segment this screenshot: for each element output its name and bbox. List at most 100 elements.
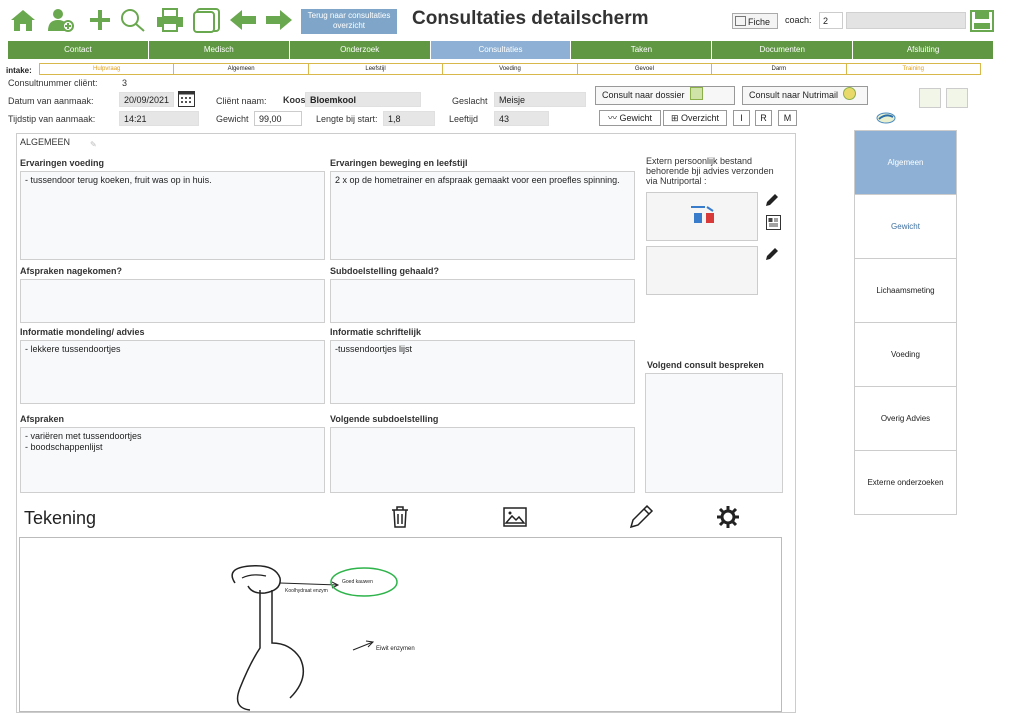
grid-icon: ⊞ xyxy=(670,113,679,123)
page-title: Consultaties detailscherm xyxy=(412,8,649,29)
document-icon[interactable] xyxy=(766,215,781,230)
lengte-field[interactable]: 1,8 xyxy=(383,111,435,126)
fiche-label: Fiche xyxy=(748,17,771,27)
document-attachment-icon xyxy=(691,206,714,223)
intake-label: intake: xyxy=(6,66,32,75)
i-button[interactable]: I xyxy=(733,110,750,126)
subdoel-gehaald-label: Subdoelstelling gehaald? xyxy=(330,266,440,276)
nutriportal-logo-icon[interactable] xyxy=(876,111,896,125)
ervaringen-beweging-field[interactable]: 2 x op de hometrainer en afspraak gemaak… xyxy=(330,171,635,260)
side-tab-voeding[interactable]: Voeding xyxy=(855,323,956,387)
print-icon[interactable] xyxy=(156,8,184,32)
ervaringen-voeding-field[interactable]: - tussendoor terug koeken, fruit was op … xyxy=(20,171,325,260)
pencil-icon[interactable] xyxy=(764,192,780,208)
link-icon[interactable] xyxy=(946,88,968,108)
coach-label: coach: xyxy=(785,15,812,25)
info-mondeling-field[interactable]: - lekkere tussendoortjes xyxy=(20,340,325,404)
overzicht-button[interactable]: ⊞ Overzicht xyxy=(663,110,727,126)
tab-afsluiting[interactable]: Afsluiting xyxy=(853,41,993,59)
consult-nr-value: 3 xyxy=(122,78,128,88)
overzicht-btn-label: Overzicht xyxy=(681,113,720,123)
section-edit-icon[interactable]: ✎ xyxy=(90,140,97,149)
notes-icon[interactable] xyxy=(192,6,222,34)
r-button[interactable]: R xyxy=(755,110,772,126)
coach-name-field[interactable] xyxy=(846,12,966,29)
tijdstip-field[interactable]: 14:21 xyxy=(119,111,199,126)
intake-nav: Hulpvraag Algemeen Leefstijl Voeding Gev… xyxy=(39,63,981,75)
side-tab-overig-advies[interactable]: Overig Advies xyxy=(855,387,956,451)
m-button[interactable]: M xyxy=(778,110,797,126)
pencil-draw-icon[interactable] xyxy=(628,504,654,530)
volgende-subdoel-field[interactable] xyxy=(330,427,635,493)
search-icon[interactable] xyxy=(120,8,146,32)
extern-bestand-preview[interactable] xyxy=(646,192,758,241)
intake-tab-voeding[interactable]: Voeding xyxy=(443,64,578,74)
dossier-icon xyxy=(690,87,704,100)
volgend-consult-label: Volgend consult bespreken xyxy=(647,360,764,370)
tekening-title: Tekening xyxy=(24,508,97,528)
arrow-left-icon[interactable] xyxy=(228,8,258,32)
pencil-icon-2[interactable] xyxy=(764,246,780,262)
subdoel-gehaald-field[interactable] xyxy=(330,279,635,323)
save-icon[interactable] xyxy=(970,10,994,32)
intake-tab-darm[interactable]: Darm xyxy=(712,64,847,74)
client-first-name: Koos xyxy=(283,95,306,105)
intake-tab-algemeen[interactable]: Algemeen xyxy=(174,64,309,74)
afspraken-field[interactable]: - variëren met tussendoortjes - boodscha… xyxy=(20,427,325,493)
consult-naar-nutrimail-button[interactable]: Consult naar Nutrimail xyxy=(742,86,868,105)
tab-medisch[interactable]: Medisch xyxy=(149,41,290,59)
tab-documenten[interactable]: Documenten xyxy=(712,41,854,59)
home-icon[interactable] xyxy=(10,8,36,32)
drawing-canvas[interactable]: Goed kauwen Koolhydraat enzym Eiwit enzy… xyxy=(19,537,782,712)
datum-field[interactable]: 20/09/2021 xyxy=(119,92,174,107)
volgend-consult-field[interactable] xyxy=(645,373,783,493)
consult-naar-dossier-button[interactable]: Consult naar dossier xyxy=(595,86,735,105)
trash-icon[interactable] xyxy=(390,505,410,529)
afspraken-nagekomen-field[interactable] xyxy=(20,279,325,323)
side-tab-externe-onderzoeken[interactable]: Externe onderzoeken xyxy=(855,451,956,514)
plus-icon[interactable] xyxy=(88,8,112,32)
side-tab-algemeen[interactable]: Algemeen xyxy=(855,131,956,195)
consult-dossier-label: Consult naar dossier xyxy=(602,90,685,100)
drawing-note-eiwit: Eiwit enzymen xyxy=(376,646,415,652)
client-name-field[interactable]: Bloemkool xyxy=(305,92,421,107)
info-schriftelijk-field[interactable]: -tussendoortjes lijst xyxy=(330,340,635,404)
coach-id-field[interactable]: 2 xyxy=(819,12,843,29)
tab-taken[interactable]: Taken xyxy=(571,41,713,59)
leeftijd-label: Leeftijd xyxy=(449,114,479,124)
client-naam-label: Cliënt naam: xyxy=(216,96,267,106)
side-tab-lichaamsmeting[interactable]: Lichaamsmeting xyxy=(855,259,956,323)
intake-tab-training[interactable]: Training xyxy=(847,64,980,74)
back-to-overview-button[interactable]: Terug naar consultaties overzicht xyxy=(301,9,397,34)
intake-tab-hulpvraag[interactable]: Hulpvraag xyxy=(40,64,175,74)
arrow-right-icon[interactable] xyxy=(264,8,294,32)
side-tabs: Algemeen Gewicht Lichaamsmeting Voeding … xyxy=(854,130,957,515)
consult-nr-label: Consultnummer cliënt: xyxy=(8,78,98,88)
info-schriftelijk-label: Informatie schriftelijk xyxy=(330,327,422,337)
geslacht-field[interactable]: Meisje xyxy=(494,92,586,107)
add-user-icon[interactable] xyxy=(47,8,75,32)
globe-icon xyxy=(842,87,856,100)
lengte-label: Lengte bij start: xyxy=(316,114,378,124)
section-title: ALGEMEEN xyxy=(20,137,71,147)
leeftijd-field[interactable]: 43 xyxy=(494,111,549,126)
gewicht-chart-button[interactable]: 〰 Gewicht xyxy=(599,110,661,126)
side-tab-gewicht[interactable]: Gewicht xyxy=(855,195,956,259)
tab-consultaties[interactable]: Consultaties xyxy=(430,41,572,59)
edit-icon[interactable] xyxy=(919,88,941,108)
tab-contact[interactable]: Contact xyxy=(8,41,149,59)
image-icon[interactable] xyxy=(503,507,527,527)
gewicht-field[interactable]: 99,00 xyxy=(254,111,302,126)
calendar-icon[interactable] xyxy=(178,91,195,107)
tab-onderzoek[interactable]: Onderzoek xyxy=(290,41,431,59)
fiche-button[interactable]: Fiche xyxy=(732,13,778,29)
gear-icon[interactable] xyxy=(716,505,740,529)
geslacht-label: Geslacht xyxy=(452,96,488,106)
extern-bestand-label: Extern persoonlijk bestand behorende bji… xyxy=(646,156,774,186)
intake-tab-leefstijl[interactable]: Leefstijl xyxy=(309,64,444,74)
info-mondeling-label: Informatie mondeling/ advies xyxy=(20,327,145,337)
afspraken-nagekomen-label: Afspraken nagekomen? xyxy=(20,266,123,276)
extern-bestand-preview-2[interactable] xyxy=(646,246,758,295)
tijdstip-label: Tijdstip van aanmaak: xyxy=(8,114,96,124)
intake-tab-gevoel[interactable]: Gevoel xyxy=(578,64,713,74)
